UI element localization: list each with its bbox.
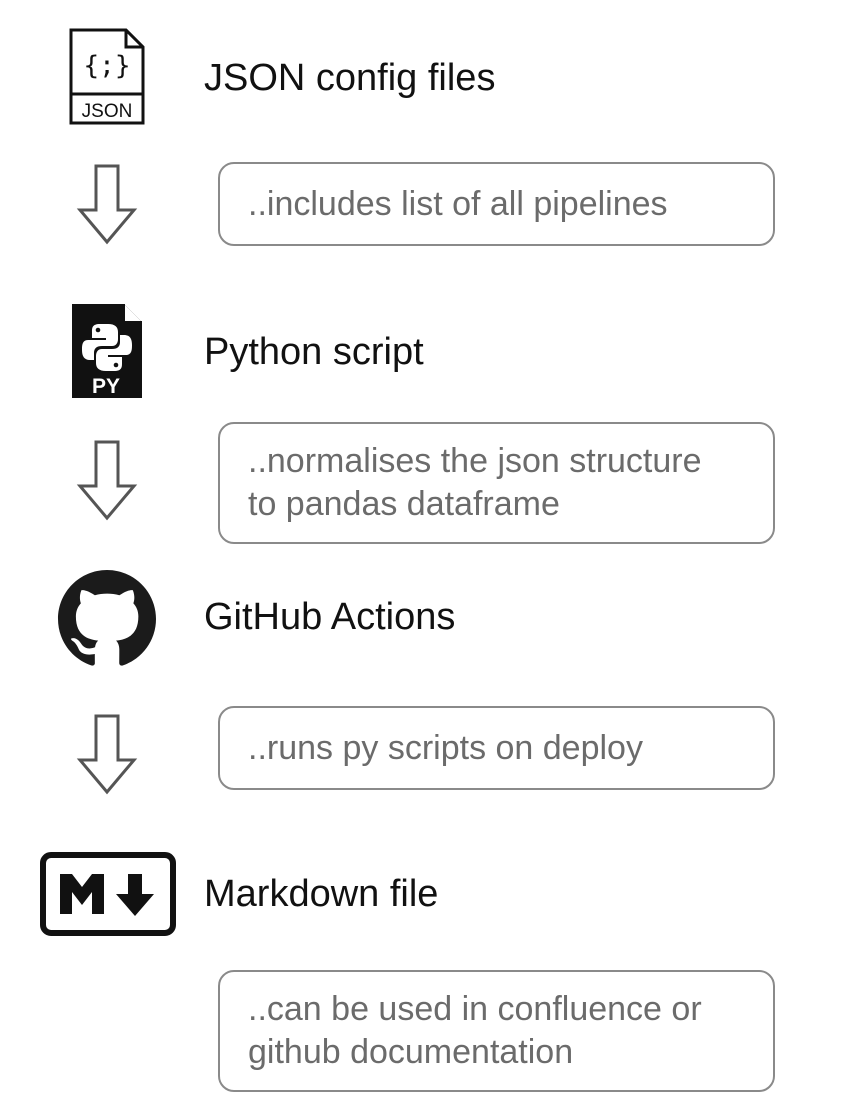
step-label-json: JSON config files <box>204 57 496 99</box>
github-icon <box>58 570 156 668</box>
python-file-icon: PY <box>70 302 144 400</box>
down-arrow-icon <box>76 440 138 522</box>
note-text: ..includes list of all pipelines <box>248 184 668 223</box>
step-label-markdown: Markdown file <box>204 873 439 915</box>
step-label-github: GitHub Actions <box>204 596 456 638</box>
note-box: ..can be used in confluence or github do… <box>218 970 775 1092</box>
markdown-icon <box>40 852 176 936</box>
down-arrow-icon <box>76 164 138 246</box>
note-box: ..runs py scripts on deploy <box>218 706 775 790</box>
note-text: ..runs py scripts on deploy <box>248 728 643 767</box>
json-file-icon: {;} JSON <box>68 28 146 126</box>
svg-text:{;}: {;} <box>84 51 131 81</box>
note-text: ..can be used in confluence or github do… <box>248 990 702 1071</box>
svg-text:PY: PY <box>92 375 120 398</box>
down-arrow-icon <box>76 714 138 796</box>
step-label-python: Python script <box>204 331 424 373</box>
note-box: ..normalises the json structure to panda… <box>218 422 775 544</box>
note-box: ..includes list of all pipelines <box>218 162 775 246</box>
note-text: ..normalises the json structure to panda… <box>248 442 702 523</box>
svg-text:JSON: JSON <box>82 101 133 122</box>
